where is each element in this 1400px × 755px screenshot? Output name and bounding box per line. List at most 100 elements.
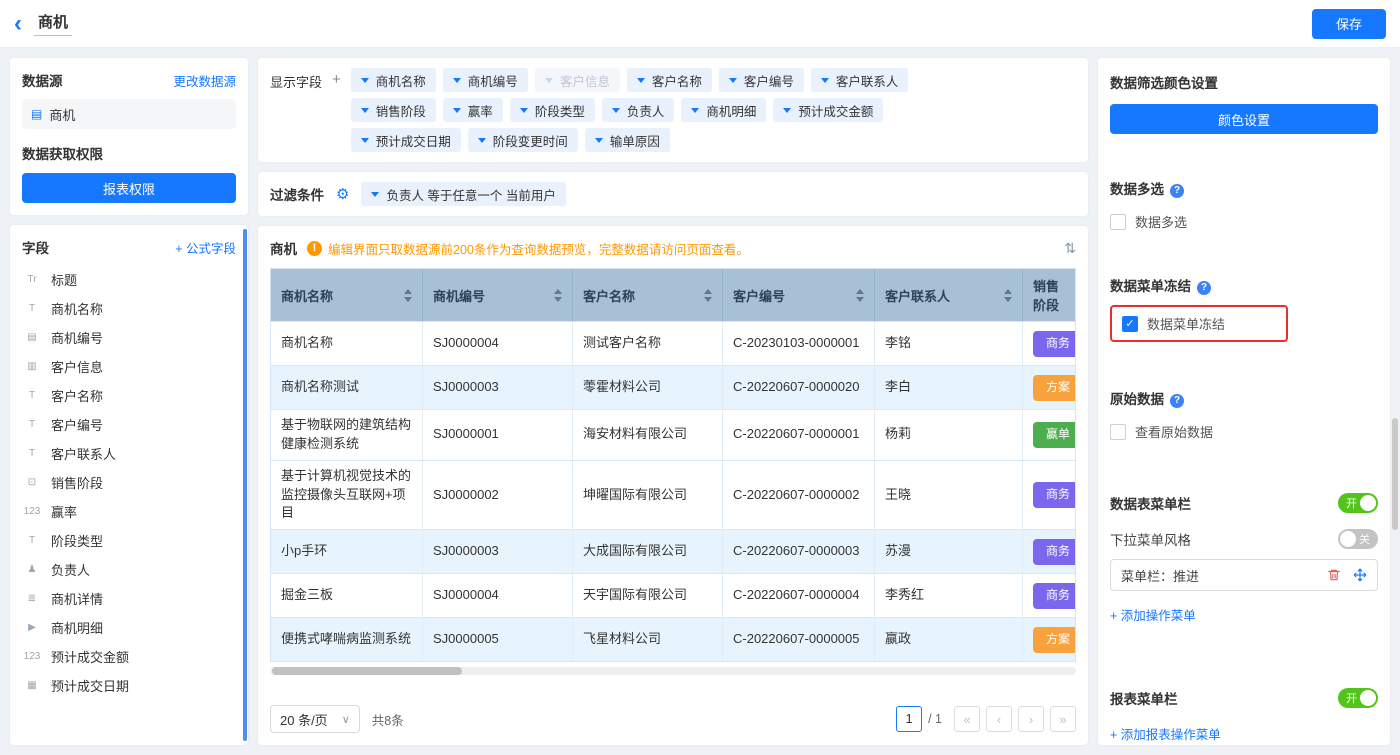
field-item[interactable]: 123预计成交金额 bbox=[22, 642, 236, 671]
help-icon[interactable]: ? bbox=[1197, 281, 1211, 295]
change-datasource-link[interactable]: 更改数据源 bbox=[173, 71, 236, 90]
field-item[interactable]: T客户联系人 bbox=[22, 439, 236, 468]
cell-customer-name: 飞星材料公司 bbox=[573, 618, 723, 661]
column-header[interactable]: 客户联系人 bbox=[875, 269, 1023, 321]
column-header[interactable]: 商机名称 bbox=[271, 269, 423, 321]
display-field-chip[interactable]: 赢率 bbox=[443, 98, 503, 122]
sort-arrows-icon[interactable] bbox=[1004, 289, 1012, 302]
sort-icon[interactable]: ⇅ bbox=[1064, 240, 1076, 257]
stage-badge: 赢单 bbox=[1033, 422, 1075, 448]
add-report-menu-link[interactable]: + 添加报表操作菜单 bbox=[1110, 724, 1378, 743]
display-field-chip[interactable]: 预计成交日期 bbox=[351, 128, 461, 152]
add-action-menu-link[interactable]: + 添加操作菜单 bbox=[1110, 605, 1378, 624]
save-button[interactable]: 保存 bbox=[1312, 9, 1386, 39]
color-settings-button[interactable]: 颜色设置 bbox=[1110, 104, 1378, 134]
display-field-chip[interactable]: 商机明细 bbox=[681, 98, 766, 122]
display-field-chip[interactable]: 客户编号 bbox=[719, 68, 804, 92]
page-scrollbar-thumb[interactable] bbox=[1392, 418, 1398, 530]
first-page-button[interactable]: « bbox=[954, 706, 980, 732]
report-permission-button[interactable]: 报表权限 bbox=[22, 173, 236, 203]
prev-page-button[interactable]: ‹ bbox=[986, 706, 1012, 732]
display-field-chip[interactable]: 输单原因 bbox=[585, 128, 670, 152]
move-icon[interactable] bbox=[1353, 568, 1367, 582]
help-icon[interactable]: ? bbox=[1170, 184, 1184, 198]
horizontal-scrollbar-thumb[interactable] bbox=[272, 667, 462, 675]
filter-condition-chip[interactable]: 负责人 等于任意一个 当前用户 bbox=[361, 182, 565, 206]
display-field-chip[interactable]: 负责人 bbox=[602, 98, 675, 122]
table-row[interactable]: 商机名称 SJ0000004 测试客户名称 C-20230103-0000001… bbox=[271, 321, 1075, 365]
sort-arrows-icon[interactable] bbox=[554, 289, 562, 302]
table-row[interactable]: 商机名称测试 SJ0000003 蕶霍材料公司 C-20220607-00000… bbox=[271, 365, 1075, 409]
raw-data-checkbox-row[interactable]: 查看原始数据 bbox=[1110, 422, 1378, 441]
datasource-item[interactable]: ▤ 商机 bbox=[22, 99, 236, 129]
display-field-chip[interactable]: 商机名称 bbox=[351, 68, 436, 92]
page-number-input[interactable]: 1 bbox=[896, 706, 922, 732]
text-field-icon: T bbox=[22, 303, 42, 314]
field-item[interactable]: Tr标题 bbox=[22, 265, 236, 294]
fields-title: 字段 bbox=[22, 237, 49, 257]
sort-arrows-icon[interactable] bbox=[704, 289, 712, 302]
sort-arrows-icon[interactable] bbox=[856, 289, 864, 302]
field-item[interactable]: ≣商机详情 bbox=[22, 584, 236, 613]
table-row[interactable]: 小p手环 SJ0000003 大成国际有限公司 C-20220607-00000… bbox=[271, 529, 1075, 573]
display-field-chip[interactable]: 阶段类型 bbox=[510, 98, 595, 122]
display-field-chip[interactable]: 阶段变更时间 bbox=[468, 128, 578, 152]
caret-down-icon bbox=[453, 78, 461, 83]
gear-icon[interactable]: ⚙ bbox=[336, 185, 349, 203]
column-header[interactable]: 客户编号 bbox=[723, 269, 875, 321]
field-item[interactable]: T阶段类型 bbox=[22, 526, 236, 555]
add-display-field-button[interactable]: + bbox=[332, 68, 341, 152]
column-header[interactable]: 商机编号 bbox=[423, 269, 573, 321]
table-row[interactable]: 掘金三板 SJ0000004 天宇国际有限公司 C-20220607-00000… bbox=[271, 573, 1075, 617]
stage-badge: 商务 bbox=[1033, 482, 1075, 508]
cell-customer-code: C-20220607-0000003 bbox=[723, 530, 875, 573]
cell-opportunity-code: SJ0000005 bbox=[423, 618, 573, 661]
trash-icon[interactable] bbox=[1327, 568, 1341, 582]
text-field-icon: T bbox=[22, 448, 42, 459]
multi-select-checkbox-row[interactable]: 数据多选 bbox=[1110, 212, 1378, 231]
table-menu-title: 数据表菜单栏 bbox=[1110, 493, 1191, 513]
toggle-off[interactable]: 关 bbox=[1338, 529, 1378, 549]
cell-opportunity-code: SJ0000004 bbox=[423, 574, 573, 617]
field-item[interactable]: ⊡销售阶段 bbox=[22, 468, 236, 497]
info-field-icon: ▥ bbox=[22, 361, 42, 372]
caret-down-icon bbox=[595, 138, 603, 143]
help-icon[interactable]: ? bbox=[1170, 394, 1184, 408]
display-field-chip-disabled[interactable]: 客户信息 bbox=[535, 68, 620, 92]
display-field-chip[interactable]: 预计成交金额 bbox=[773, 98, 883, 122]
field-item[interactable]: T客户名称 bbox=[22, 381, 236, 410]
cell-opportunity-code: SJ0000004 bbox=[423, 322, 573, 365]
table-row[interactable]: 便携式哮喘病监测系统 SJ0000005 飞星材料公司 C-20220607-0… bbox=[271, 617, 1075, 661]
field-item[interactable]: ▦预计成交日期 bbox=[22, 671, 236, 700]
field-item[interactable]: T客户编号 bbox=[22, 410, 236, 439]
field-item[interactable]: ♟负责人 bbox=[22, 555, 236, 584]
toggle-on[interactable]: 开 bbox=[1338, 688, 1378, 708]
field-item[interactable]: ▶商机明细 bbox=[22, 613, 236, 642]
display-field-chip[interactable]: 客户联系人 bbox=[811, 68, 909, 92]
toggle-on[interactable]: 开 bbox=[1338, 493, 1378, 513]
last-page-button[interactable]: » bbox=[1050, 706, 1076, 732]
field-item[interactable]: 123赢率 bbox=[22, 497, 236, 526]
back-icon[interactable]: ‹ bbox=[14, 12, 22, 36]
column-header[interactable]: 客户名称 bbox=[573, 269, 723, 321]
column-header[interactable]: 销售阶段 bbox=[1023, 269, 1075, 321]
checkbox-unchecked[interactable] bbox=[1110, 424, 1126, 440]
display-field-chip[interactable]: 商机编号 bbox=[443, 68, 528, 92]
title-field-icon: Tr bbox=[22, 274, 42, 285]
field-item[interactable]: ▤商机编号 bbox=[22, 323, 236, 352]
add-formula-field-link[interactable]: + 公式字段 bbox=[175, 238, 236, 257]
checkbox-checked[interactable]: ✓ bbox=[1122, 316, 1138, 332]
menu-freeze-checkbox-row[interactable]: ✓ 数据菜单冻结 bbox=[1122, 314, 1276, 333]
display-field-chip[interactable]: 客户名称 bbox=[627, 68, 712, 92]
sort-arrows-icon[interactable] bbox=[404, 289, 412, 302]
table-row[interactable]: 基于物联网的建筑结构健康检测系统 SJ0000001 海安材料有限公司 C-20… bbox=[271, 409, 1075, 460]
field-item[interactable]: ▥客户信息 bbox=[22, 352, 236, 381]
page-size-select[interactable]: 20 条/页 ∨ bbox=[270, 705, 360, 733]
raw-data-title: 原始数据? bbox=[1110, 388, 1378, 408]
next-page-button[interactable]: › bbox=[1018, 706, 1044, 732]
display-field-chip[interactable]: 销售阶段 bbox=[351, 98, 436, 122]
field-item[interactable]: T商机名称 bbox=[22, 294, 236, 323]
checkbox-unchecked[interactable] bbox=[1110, 214, 1126, 230]
fields-scrollbar[interactable] bbox=[243, 229, 247, 741]
table-row[interactable]: 基于计算机视觉技术的监控摄像头互联网+项目 SJ0000002 坤曜国际有限公司… bbox=[271, 460, 1075, 530]
